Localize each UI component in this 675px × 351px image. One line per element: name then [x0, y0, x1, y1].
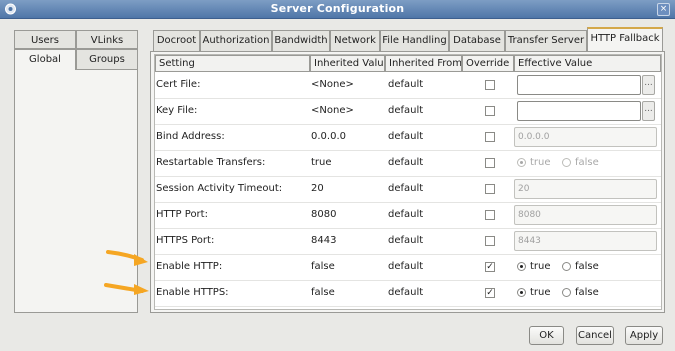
server-configuration-window: Server Configuration × Users VLinks Glob…	[0, 0, 675, 351]
settings-table: Setting Inherited Value Inherited From O…	[154, 54, 662, 310]
column-header-effective-value[interactable]: Effective Value	[514, 55, 661, 72]
column-header-inherited-from[interactable]: Inherited From	[385, 55, 462, 72]
table-row: HTTP Port: 8080 default 8080	[155, 202, 661, 229]
radio-false-label: false	[575, 157, 599, 168]
radio-false-label: false	[575, 287, 599, 298]
browse-button[interactable]: ...	[642, 101, 655, 121]
effective-value-input[interactable]: 20	[514, 179, 657, 199]
table-row: Key File: <None> default...	[155, 98, 661, 125]
tab-database[interactable]: Database	[449, 30, 505, 51]
override-checkbox[interactable]	[485, 106, 495, 116]
effective-value-input[interactable]: 0.0.0.0	[514, 127, 657, 147]
setting-name: Bind Address:	[156, 131, 225, 142]
override-checkbox[interactable]: ✓	[485, 262, 495, 272]
inherited-value: false	[311, 287, 335, 298]
inherited-from: default	[388, 261, 424, 272]
radio-true[interactable]	[517, 158, 526, 167]
tab-groups[interactable]: Groups	[76, 49, 138, 70]
tab-global[interactable]: Global	[14, 49, 76, 70]
inherited-value: 0.0.0.0	[311, 131, 346, 142]
tab-users[interactable]: Users	[14, 30, 76, 49]
window-title: Server Configuration	[270, 2, 405, 15]
override-checkbox[interactable]	[485, 236, 495, 246]
radio-false[interactable]	[562, 158, 571, 167]
tab-network[interactable]: Network	[330, 30, 380, 51]
column-header-override[interactable]: Override	[462, 55, 514, 72]
apply-button[interactable]: Apply	[625, 326, 663, 345]
inherited-value: <None>	[311, 105, 354, 116]
inherited-value: <None>	[311, 79, 354, 90]
override-checkbox[interactable]: ✓	[485, 288, 495, 298]
column-header-setting[interactable]: Setting	[155, 55, 310, 72]
radio-false-label: false	[575, 261, 599, 272]
effective-value-input[interactable]	[517, 75, 641, 95]
effective-value-input[interactable]	[517, 101, 641, 121]
override-checkbox[interactable]	[485, 158, 495, 168]
tab-http-fallback[interactable]: HTTP Fallback	[587, 27, 663, 51]
close-icon[interactable]: ×	[657, 3, 670, 16]
inherited-value: false	[311, 261, 335, 272]
setting-name: Cert File:	[156, 79, 201, 90]
table-row: Restartable Transfers: true default true fal…	[155, 150, 661, 177]
table-row: Session Activity Timeout: 20 default 20	[155, 176, 661, 203]
effective-value-input[interactable]: 8080	[514, 205, 657, 225]
inherited-value: 8443	[311, 235, 337, 246]
radio-false[interactable]	[562, 262, 571, 271]
inherited-value: 20	[311, 183, 324, 194]
table-row: Cert File: <None> default...	[155, 72, 661, 99]
setting-name: HTTPS Port:	[156, 235, 215, 246]
setting-name: Key File:	[156, 105, 198, 116]
table-row: Enable HTTP: false default ✓ true false	[155, 254, 661, 281]
radio-true-label: true	[530, 287, 551, 298]
inherited-from: default	[388, 287, 424, 298]
table-row: Bind Address: 0.0.0.0 default 0.0.0.0	[155, 124, 661, 151]
tab-authorization[interactable]: Authorization	[200, 30, 272, 51]
title-bar: Server Configuration ×	[0, 0, 675, 19]
setting-name: Enable HTTP:	[156, 261, 223, 272]
ok-button[interactable]: OK	[529, 326, 564, 345]
setting-name: Enable HTTPS:	[156, 287, 229, 298]
global-list-panel	[14, 70, 138, 313]
override-checkbox[interactable]	[485, 184, 495, 194]
radio-true-label: true	[530, 261, 551, 272]
override-checkbox[interactable]	[485, 132, 495, 142]
table-row: HTTPS Port: 8443 default 8443	[155, 228, 661, 255]
tab-bandwidth[interactable]: Bandwidth	[272, 30, 330, 51]
setting-name: Session Activity Timeout:	[156, 183, 283, 194]
inherited-from: default	[388, 157, 424, 168]
column-header-inherited-value[interactable]: Inherited Value	[310, 55, 385, 72]
tab-transfer-server[interactable]: Transfer Server	[505, 30, 587, 51]
radio-true[interactable]	[517, 288, 526, 297]
setting-name: Restartable Transfers:	[156, 157, 266, 168]
inherited-value: true	[311, 157, 332, 168]
radio-false[interactable]	[562, 288, 571, 297]
tab-vlinks[interactable]: VLinks	[76, 30, 138, 49]
inherited-from: default	[388, 209, 424, 220]
setting-name: HTTP Port:	[156, 209, 208, 220]
inherited-from: default	[388, 183, 424, 194]
tab-file-handling[interactable]: File Handling	[380, 30, 449, 51]
inherited-from: default	[388, 131, 424, 142]
cancel-button[interactable]: Cancel	[576, 326, 614, 345]
inherited-from: default	[388, 79, 424, 90]
inherited-from: default	[388, 235, 424, 246]
radio-true[interactable]	[517, 262, 526, 271]
orange-arrow-icon	[106, 250, 148, 266]
orange-arrow-icon	[104, 283, 149, 295]
tab-docroot[interactable]: Docroot	[153, 30, 200, 51]
effective-value-input[interactable]: 8443	[514, 231, 657, 251]
inherited-value: 8080	[311, 209, 337, 220]
override-checkbox[interactable]	[485, 80, 495, 90]
inherited-from: default	[388, 105, 424, 116]
radio-true-label: true	[530, 157, 551, 168]
override-checkbox[interactable]	[485, 210, 495, 220]
browse-button[interactable]: ...	[642, 75, 655, 95]
table-row: Enable HTTPS: false default ✓ true false	[155, 280, 661, 307]
